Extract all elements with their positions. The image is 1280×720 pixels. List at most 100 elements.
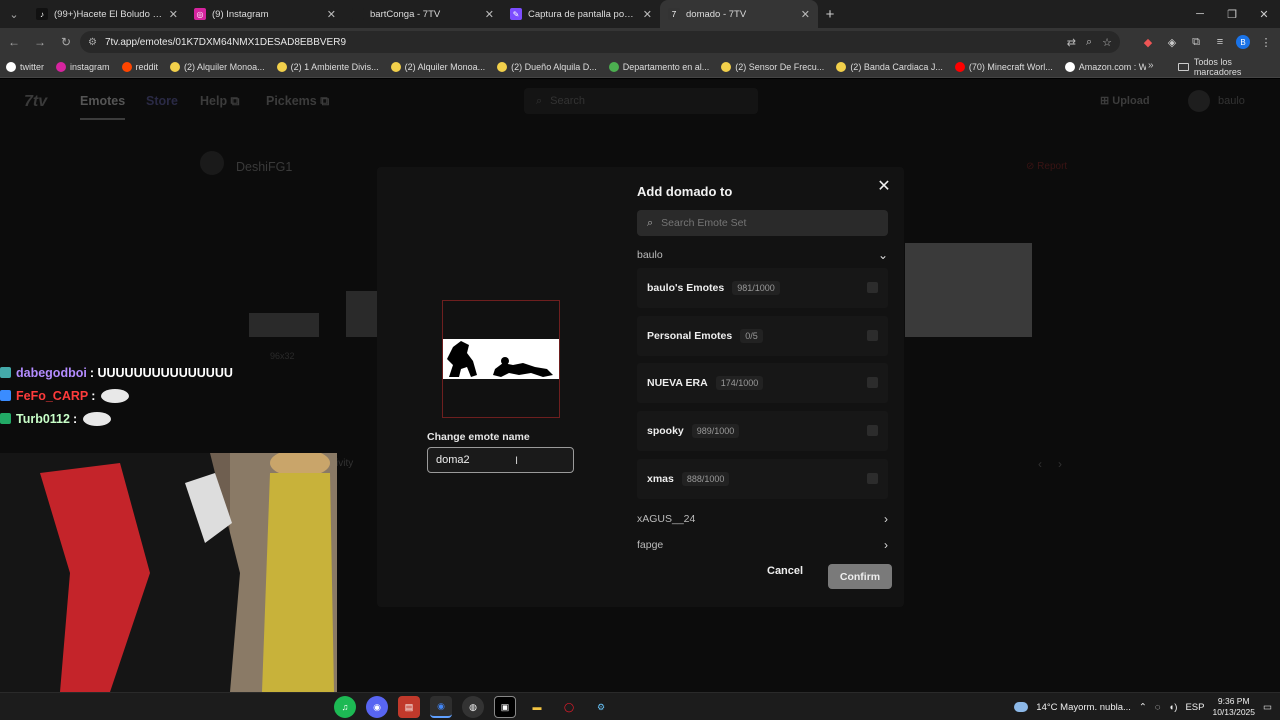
bookmark-item[interactable]: twitter — [6, 61, 44, 72]
extension-icon[interactable]: ◈ — [1164, 34, 1180, 50]
close-tab-icon[interactable]: ✕ — [327, 8, 336, 21]
emote-set-search-input[interactable] — [661, 217, 872, 229]
translate-icon[interactable]: ⇄ — [1067, 36, 1076, 49]
browser-tab[interactable]: bartConga - 7TV ✕ — [344, 0, 502, 28]
emote-set-checkbox[interactable] — [867, 329, 878, 341]
browser-tab[interactable]: ✎ Captura de pantalla por Lightsh ✕ — [502, 0, 660, 28]
group-xagus[interactable]: xAGUS__24 › — [637, 509, 888, 529]
weather-text[interactable]: 14°C Mayorm. nubla... — [1036, 702, 1131, 713]
emote-set-row[interactable]: xmas 888/1000 — [637, 458, 888, 499]
clock[interactable]: 9:36 PM 10/13/2025 — [1212, 696, 1255, 718]
bookmark-item[interactable]: reddit — [121, 61, 158, 72]
emote-set-row[interactable]: NUEVA ERA 174/1000 — [637, 363, 888, 404]
reading-list-icon[interactable]: ≡ — [1212, 34, 1228, 50]
tab-search-chevron-icon[interactable]: ⌄ — [0, 0, 28, 28]
nav-help[interactable]: Help ⧉ — [200, 94, 240, 109]
tray-chevron-up-icon[interactable]: ⌃ — [1139, 702, 1147, 713]
steam-icon[interactable]: ⚙ — [590, 696, 612, 718]
close-icon[interactable]: ✕ — [874, 178, 894, 198]
address-bar[interactable]: ⚙ 7tv.app/emotes/01K7DXM64NMX1DESAD8EBBV… — [80, 31, 1120, 53]
zoom-icon[interactable]: ⌕ — [1086, 36, 1092, 49]
weather-icon — [1014, 702, 1029, 712]
pager-arrows[interactable]: ‹› — [1038, 457, 1078, 471]
upload-button[interactable]: ⊞ Upload — [1100, 94, 1150, 107]
emote-set-row[interactable]: Personal Emotes 0/5 — [637, 315, 888, 356]
close-tab-icon[interactable]: ✕ — [801, 8, 810, 21]
bookmark-item[interactable]: (2) Banda Cardiaca J... — [836, 61, 943, 72]
report-button[interactable]: ⊘ Report — [1026, 161, 1067, 172]
emote-set-checkbox[interactable] — [867, 282, 878, 293]
bookmark-item[interactable]: Amazon.com : Wah... — [1064, 61, 1146, 72]
emote-set-row[interactable]: baulo's Emotes 981/1000 — [637, 268, 888, 308]
tab-title: domado - 7TV — [686, 8, 747, 20]
bookmark-item[interactable]: (2) Alquiler Monoa... — [170, 61, 265, 72]
chat-badge-icon — [0, 413, 11, 424]
bookmark-item[interactable]: (2) 1 Ambiente Divis... — [276, 61, 379, 72]
bookmark-star-icon[interactable]: ☆ — [1102, 36, 1112, 49]
bookmark-item[interactable]: instagram — [56, 61, 110, 72]
site-search-input[interactable]: ⌕ Search — [524, 88, 758, 114]
bookmark-favicon-icon — [721, 61, 732, 72]
all-bookmarks-button[interactable]: Todos los marcadores — [1178, 56, 1280, 78]
minimize-icon[interactable]: ─ — [1184, 0, 1216, 28]
bookmark-item[interactable]: (2) Dueño Alquila D... — [497, 61, 597, 72]
emote-set-search[interactable]: ⌕ — [637, 210, 888, 236]
user-avatar[interactable] — [1188, 90, 1210, 112]
close-tab-icon[interactable]: ✕ — [485, 8, 494, 21]
emote-set-count: 0/5 — [740, 328, 763, 343]
new-tab-button[interactable]: + — [818, 6, 842, 23]
voicemeeter-icon[interactable]: ▤ — [398, 696, 420, 718]
nav-store[interactable]: Store — [146, 94, 178, 108]
close-tab-icon[interactable]: ✕ — [169, 8, 178, 21]
close-window-icon[interactable]: ✕ — [1248, 0, 1280, 28]
browser-tab[interactable]: ♪ (99+)Hacete El Boludo Lolo #lo ✕ — [28, 0, 186, 28]
emote-set-row[interactable]: spooky 989/1000 — [637, 411, 888, 452]
nav-emotes[interactable]: Emotes — [80, 94, 126, 120]
extension-icon[interactable]: ◆ — [1140, 34, 1156, 50]
extensions-puzzle-icon[interactable]: ⧉ — [1188, 34, 1204, 50]
7tv-logo[interactable]: 7tv — [24, 93, 47, 111]
group-fapge[interactable]: fapge › — [637, 535, 888, 555]
opera-icon[interactable]: ◯ — [558, 696, 580, 718]
owner-avatar[interactable] — [200, 151, 224, 175]
volume-icon[interactable]: ◖) — [1169, 702, 1178, 713]
owner-name[interactable]: DeshiFG1 — [236, 160, 292, 174]
restore-icon[interactable]: ❐ — [1216, 0, 1248, 28]
spotify-icon[interactable]: ♫ — [334, 696, 356, 718]
file-explorer-icon[interactable]: ▬ — [526, 696, 548, 718]
reload-icon[interactable]: ↻ — [54, 30, 78, 54]
cancel-button[interactable]: Cancel — [767, 565, 803, 577]
network-icon[interactable]: ◌ — [1155, 702, 1161, 713]
menu-kebab-icon[interactable]: ⋮ — [1258, 34, 1274, 50]
site-info-icon[interactable]: ⚙ — [88, 37, 97, 48]
capcut-icon[interactable]: ▣ — [494, 696, 516, 718]
notifications-icon[interactable]: ▭ — [1263, 702, 1272, 713]
user-name[interactable]: baulo — [1218, 95, 1245, 107]
bookmark-item[interactable]: (2) Alquiler Monoa... — [390, 61, 485, 72]
emote-name-input[interactable] — [427, 447, 574, 473]
emote-set-checkbox[interactable] — [867, 377, 878, 389]
bookmark-item[interactable]: Departamento en al... — [608, 61, 709, 72]
confirm-button[interactable]: Confirm — [828, 564, 892, 589]
bookmarks-overflow-icon[interactable]: » — [1148, 60, 1154, 71]
obs-icon[interactable]: ◍ — [462, 696, 484, 718]
bookmark-favicon-icon — [608, 61, 619, 72]
chat-message: dabegodboi: UUUUUUUUUUUUUUU — [0, 361, 260, 384]
emote-set-checkbox[interactable] — [867, 425, 878, 437]
emote-set-checkbox[interactable] — [867, 472, 878, 484]
chrome-icon[interactable]: ◉ — [430, 696, 452, 718]
back-icon[interactable]: ← — [2, 30, 26, 54]
discord-icon[interactable]: ◉ — [366, 696, 388, 718]
browser-tab[interactable]: 7 domado - 7TV ✕ — [660, 0, 818, 28]
activity-tab[interactable]: ivity — [336, 458, 353, 469]
group-baulo[interactable]: baulo ⌄ — [637, 245, 888, 265]
emote-preview-medium — [346, 291, 378, 337]
browser-tab[interactable]: ◎ (9) Instagram ✕ — [186, 0, 344, 28]
nav-pickems[interactable]: Pickems ⧉ — [266, 94, 329, 109]
close-tab-icon[interactable]: ✕ — [643, 8, 652, 21]
bookmark-item[interactable]: (70) Minecraft Worl... — [954, 61, 1053, 72]
language-indicator[interactable]: ESP — [1185, 702, 1204, 713]
forward-icon[interactable]: → — [28, 30, 52, 54]
bookmark-item[interactable]: (2) Sensor De Frecu... — [721, 61, 824, 72]
profile-avatar[interactable]: B — [1236, 35, 1250, 49]
